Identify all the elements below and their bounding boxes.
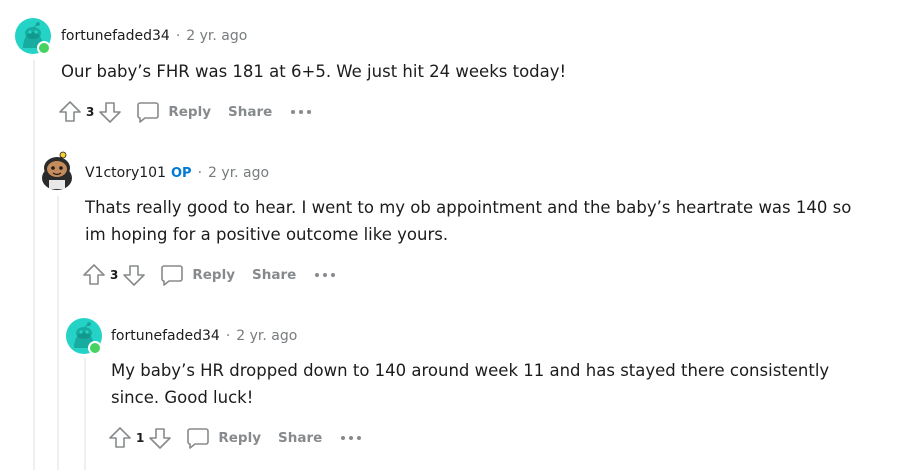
comment-actions: 3 Reply Share	[58, 97, 312, 127]
op-badge: OP	[171, 165, 192, 181]
comment-actions: 3 Reply Share	[82, 260, 336, 290]
reply-button[interactable]: Reply	[186, 426, 261, 450]
timestamp[interactable]: 2 yr. ago	[236, 328, 297, 344]
comment-body: Our baby’s FHR was 181 at 6+5. We just h…	[61, 62, 567, 81]
more-options-button[interactable]	[290, 107, 312, 117]
online-status-dot	[88, 341, 102, 355]
comment-bubble-icon	[161, 265, 184, 286]
downvote-icon[interactable]	[98, 100, 122, 124]
thread-line[interactable]	[57, 196, 59, 470]
share-button[interactable]: Share	[278, 430, 322, 446]
comment-meta: V1ctory101 OP · 2 yr. ago	[85, 165, 269, 181]
upvote-icon[interactable]	[82, 263, 106, 287]
upvote-icon[interactable]	[58, 100, 82, 124]
downvote-icon[interactable]	[148, 426, 172, 450]
timestamp[interactable]: 2 yr. ago	[186, 28, 247, 44]
comment-actions: 1 Reply Share	[108, 423, 362, 453]
timestamp[interactable]: 2 yr. ago	[208, 165, 269, 181]
ellipsis-icon	[341, 436, 362, 440]
online-status-dot	[37, 41, 51, 55]
ellipsis-icon	[291, 110, 312, 114]
comment-meta: fortunefaded34 · 2 yr. ago	[61, 28, 247, 44]
more-options-button[interactable]	[340, 433, 362, 443]
share-button[interactable]: Share	[252, 267, 296, 283]
comment-meta: fortunefaded34 · 2 yr. ago	[111, 328, 297, 344]
reply-label: Reply	[168, 104, 212, 120]
reply-button[interactable]: Reply	[160, 263, 235, 287]
reply-label: Reply	[218, 430, 262, 446]
thread-line[interactable]	[84, 358, 86, 470]
separator-dot: ·	[175, 28, 181, 44]
more-options-button[interactable]	[314, 270, 336, 280]
comment-body: Thats really good to hear. I went to my …	[85, 198, 852, 244]
upvote-icon[interactable]	[108, 426, 132, 450]
reply-button[interactable]: Reply	[136, 100, 211, 124]
ellipsis-icon	[315, 273, 336, 277]
vote-count: 1	[136, 431, 145, 445]
downvote-icon[interactable]	[122, 263, 146, 287]
snoo-avatar-icon	[42, 151, 72, 190]
comment-bubble-icon	[137, 102, 160, 123]
comment-body: My baby’s HR dropped down to 140 around …	[111, 361, 830, 407]
author-name[interactable]: fortunefaded34	[111, 328, 220, 344]
share-button[interactable]: Share	[228, 104, 272, 120]
separator-dot: ·	[197, 165, 203, 181]
avatar[interactable]	[39, 150, 75, 190]
separator-dot: ·	[225, 328, 231, 344]
reply-label: Reply	[192, 267, 236, 283]
author-name[interactable]: V1ctory101	[85, 165, 166, 181]
author-name[interactable]: fortunefaded34	[61, 28, 170, 44]
vote-count: 3	[86, 105, 95, 119]
vote-count: 3	[110, 268, 119, 282]
comment-bubble-icon	[187, 428, 210, 449]
thread-line[interactable]	[33, 60, 35, 470]
